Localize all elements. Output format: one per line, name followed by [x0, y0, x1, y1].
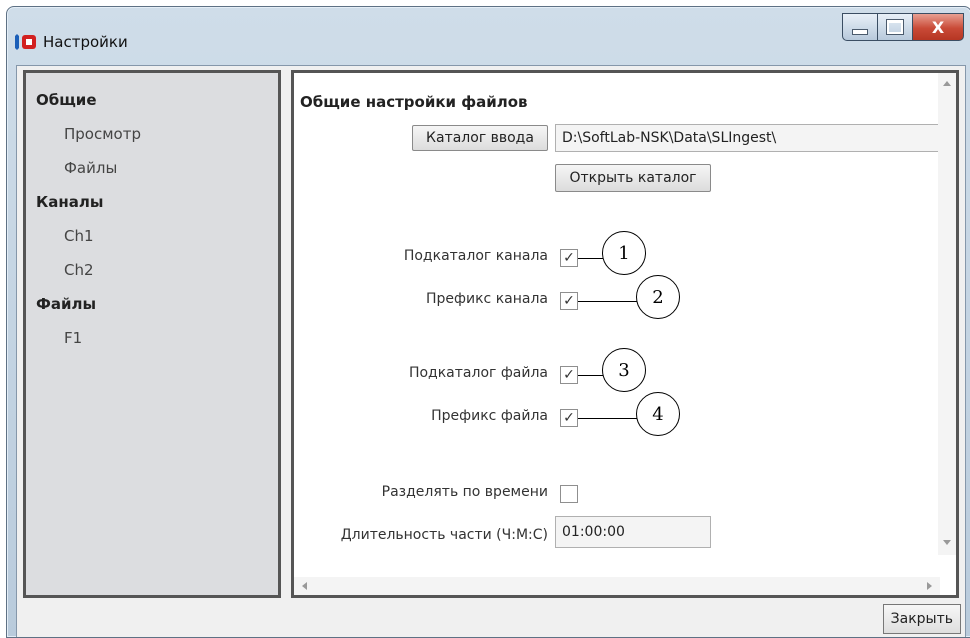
close-icon: X	[931, 17, 945, 37]
channel-prefix-checkbox[interactable]: ✓	[560, 292, 578, 310]
file-subdir-label: Подкаталог файла	[408, 365, 548, 381]
sidebar-item-f1[interactable]: F1	[64, 329, 82, 347]
callout-4: 4	[636, 392, 680, 436]
channel-subdir-checkbox[interactable]: ✓	[560, 249, 578, 267]
section-title: Общие настройки файлов	[300, 93, 528, 111]
duration-label: Длительность части (Ч:М:С)	[340, 527, 548, 543]
sidebar-item-files[interactable]: Файлы	[36, 295, 96, 313]
app-icon	[15, 34, 36, 50]
duration-field[interactable]: 01:00:00	[555, 516, 711, 548]
open-dir-button[interactable]: Открыть каталог	[555, 164, 711, 192]
input-dir-field[interactable]: D:\SoftLab-NSK\Data\SLIngest\	[555, 124, 939, 152]
settings-panel: Общие настройки файлов Каталог ввода D:\…	[291, 70, 959, 598]
scroll-right-icon[interactable]	[927, 582, 932, 590]
vertical-scrollbar[interactable]	[938, 73, 956, 555]
scroll-down-icon[interactable]	[943, 540, 951, 545]
scroll-left-icon[interactable]	[302, 582, 307, 590]
sidebar-item-general[interactable]: Общие	[36, 91, 97, 109]
scroll-up-icon[interactable]	[943, 81, 951, 86]
sidebar-item-files-general[interactable]: Файлы	[64, 159, 117, 177]
channel-subdir-label: Подкаталог канала	[403, 248, 548, 264]
sidebar-item-view[interactable]: Просмотр	[64, 125, 141, 143]
window-title: Настройки	[43, 33, 128, 51]
maximize-button[interactable]	[877, 13, 912, 41]
sidebar-item-channels[interactable]: Каналы	[36, 193, 103, 211]
close-window-button[interactable]: X	[912, 13, 964, 41]
settings-sidebar: Общие Просмотр Файлы Каналы Ch1 Ch2 Файл…	[23, 70, 281, 598]
maximize-icon	[886, 19, 904, 35]
horizontal-scrollbar[interactable]	[294, 577, 940, 595]
channel-prefix-label: Префикс канала	[426, 291, 548, 307]
sidebar-item-ch1[interactable]: Ch1	[64, 227, 94, 245]
file-prefix-label: Префикс файла	[431, 408, 548, 424]
callout-2: 2	[636, 275, 680, 319]
callout-3: 3	[602, 348, 646, 392]
split-by-time-checkbox[interactable]	[560, 485, 578, 503]
callout-1: 1	[602, 231, 646, 275]
minimize-button[interactable]	[842, 13, 877, 41]
caption-buttons: X	[842, 13, 964, 41]
title-bar[interactable]: Настройки X	[7, 7, 970, 65]
client-area: Общие Просмотр Файлы Каналы Ch1 Ch2 Файл…	[16, 65, 966, 637]
minimize-icon	[852, 29, 868, 35]
input-dir-button[interactable]: Каталог ввода	[412, 125, 548, 151]
sidebar-item-ch2[interactable]: Ch2	[64, 261, 94, 279]
settings-window: Настройки X Общие Просмотр Файлы Каналы …	[6, 6, 970, 638]
file-prefix-checkbox[interactable]: ✓	[560, 409, 578, 427]
close-button[interactable]: Закрыть	[882, 604, 961, 634]
split-by-time-label: Разделять по времени	[381, 484, 548, 500]
file-subdir-checkbox[interactable]: ✓	[560, 366, 578, 384]
